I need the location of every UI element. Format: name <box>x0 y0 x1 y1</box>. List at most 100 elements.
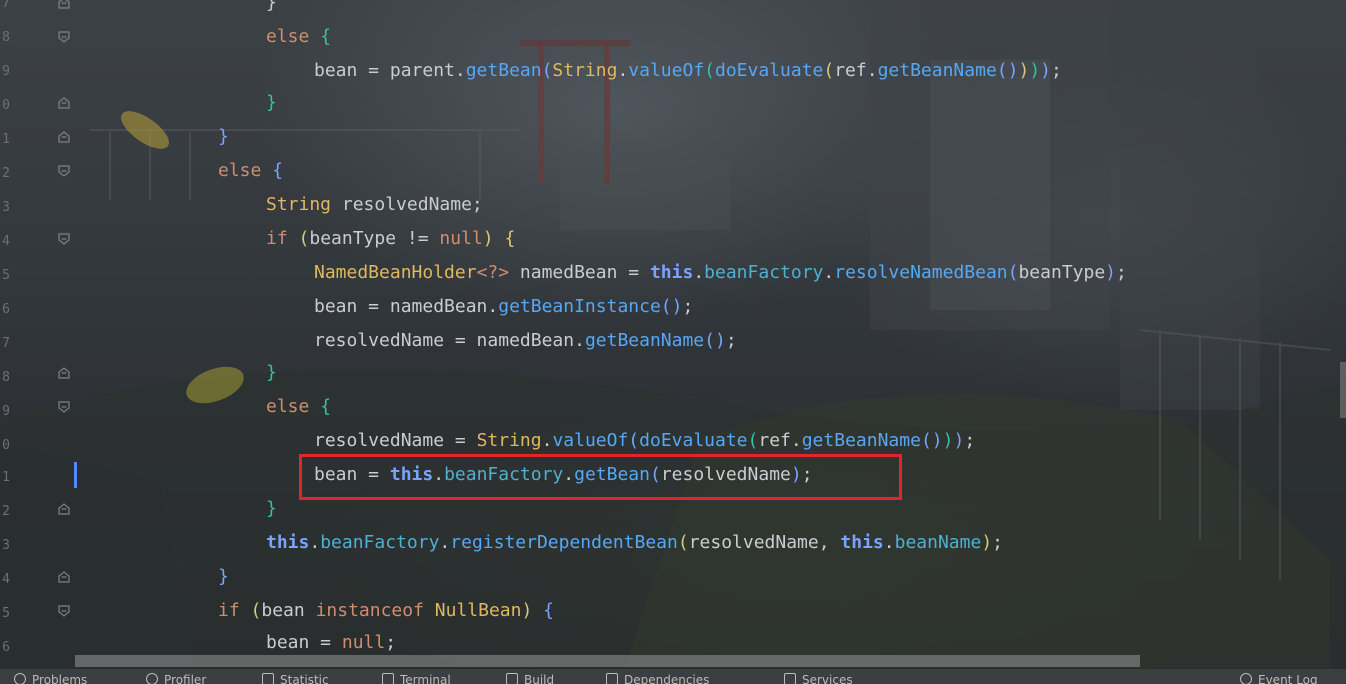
tool-button-label: Build <box>524 673 555 684</box>
code-token: String <box>476 430 542 451</box>
code-token: <?> <box>476 262 510 283</box>
code-line[interactable]: if (beanType != null) { <box>266 226 515 252</box>
code-token: null <box>439 228 483 249</box>
profiler-icon <box>146 673 158 684</box>
tool-button-label: Problems <box>32 673 88 684</box>
code-token: ( <box>541 60 553 81</box>
code-token: beanFactory <box>320 532 440 553</box>
code-token: resolveNamedBean <box>834 262 1008 283</box>
code-token: { <box>272 160 284 181</box>
code-token: resolvedName; <box>331 194 483 215</box>
code-token: () <box>920 430 943 451</box>
code-line[interactable]: } <box>218 124 229 150</box>
code-token: ( <box>628 430 640 451</box>
code-line[interactable]: bean = parent.getBean(String.valueOf(doE… <box>314 58 1062 84</box>
code-token: ( <box>677 532 689 553</box>
code-token: . <box>439 532 451 553</box>
code-line[interactable]: } <box>266 360 277 386</box>
code-token: ) <box>942 430 954 451</box>
tool-button-statistic[interactable]: Statistic <box>262 673 329 684</box>
tool-button-label: Event Log <box>1258 673 1318 684</box>
code-token: ) <box>1105 262 1117 283</box>
code-token: bean <box>261 600 316 621</box>
code-token: bean = namedBean. <box>314 296 499 317</box>
code-line[interactable]: } <box>218 564 229 590</box>
code-line[interactable]: this.beanFactory.registerDependentBean(r… <box>266 530 1003 556</box>
code-token: this <box>266 532 310 553</box>
code-token: . <box>693 262 705 283</box>
code-token: beanName <box>894 532 982 553</box>
vertical-scrollbar[interactable] <box>1340 362 1346 418</box>
code-line[interactable]: else { <box>266 24 331 50</box>
code-token: ) <box>521 600 533 621</box>
tool-button-problems[interactable]: Problems <box>14 673 87 684</box>
tool-button-terminal[interactable]: Terminal <box>382 673 451 684</box>
tool-button-services[interactable]: Services <box>784 673 853 684</box>
tool-button-label: Terminal <box>400 673 451 684</box>
code-token: else <box>218 160 262 181</box>
code-token: { <box>320 26 332 47</box>
code-token: instanceof <box>315 600 424 621</box>
tool-button-dependencies[interactable]: Dependencies <box>606 673 709 684</box>
code-token: . <box>541 430 553 451</box>
code-token: beanFactory <box>704 262 824 283</box>
code-token: . <box>309 532 321 553</box>
code-token: } <box>218 126 229 147</box>
code-token: . <box>883 532 895 553</box>
tool-button-build[interactable]: Build <box>506 673 554 684</box>
code-line[interactable]: bean = null; <box>266 630 396 656</box>
code-token: () <box>996 60 1019 81</box>
code-token: } <box>266 0 277 13</box>
tool-button-profiler[interactable]: Profiler <box>146 673 206 684</box>
code-line[interactable]: } <box>266 90 277 116</box>
code-line[interactable]: resolvedName = String.valueOf(doEvaluate… <box>314 428 975 454</box>
code-token: getBean <box>465 60 542 81</box>
code-line[interactable]: else { <box>266 394 331 420</box>
code-token: ; <box>682 296 694 317</box>
code-token: String <box>266 194 332 215</box>
code-line[interactable]: NamedBeanHolder<?> namedBean = this.bean… <box>314 260 1127 286</box>
build-icon <box>506 673 518 684</box>
event-log-icon <box>1240 673 1252 684</box>
code-token: ; <box>1116 262 1127 283</box>
code-line[interactable]: } <box>266 496 277 522</box>
code-token: ) <box>1018 60 1030 81</box>
code-token: ) <box>1040 60 1052 81</box>
code-token: if <box>218 600 240 621</box>
code-token: String <box>552 60 618 81</box>
code-token: getBeanName <box>801 430 921 451</box>
code-token: ; <box>725 330 737 351</box>
tool-button-label: Profiler <box>164 673 207 684</box>
code-token: ref. <box>758 430 802 451</box>
code-token: ; <box>385 632 397 653</box>
code-token: ( <box>298 228 310 249</box>
code-editor[interactable]: 78901234567890123456 } else {bean = paren… <box>0 0 1346 683</box>
code-line[interactable]: if (bean instanceof NullBean) { <box>218 598 554 624</box>
horizontal-scrollbar[interactable] <box>75 655 1140 667</box>
code-line[interactable]: String resolvedName; <box>266 192 483 218</box>
code-token: if <box>266 228 288 249</box>
code-token: else <box>266 396 310 417</box>
code-token: } <box>266 362 277 383</box>
tool-button-event-log[interactable]: Event Log <box>1240 673 1318 684</box>
code-token: NullBean <box>434 600 522 621</box>
code-token: ( <box>250 600 262 621</box>
code-token: valueOf <box>552 430 629 451</box>
code-token: . <box>617 60 629 81</box>
tool-window-bar: Problems Profiler Statistic Terminal Build De… <box>0 668 1346 684</box>
code-token: else <box>266 26 310 47</box>
code-line[interactable]: bean = namedBean.getBeanInstance(); <box>314 294 693 320</box>
code-token: () <box>704 330 726 351</box>
code-token: ) <box>953 430 965 451</box>
code-token: . <box>823 262 835 283</box>
code-line[interactable]: else { <box>218 158 283 184</box>
code-token: beanType <box>1018 262 1106 283</box>
code-area[interactable]: } else {bean = parent.getBean(String.valu… <box>0 0 1346 660</box>
code-line[interactable]: resolvedName = namedBean.getBeanName(); <box>314 328 737 354</box>
code-token: { <box>504 228 516 249</box>
code-line[interactable]: } <box>266 0 277 16</box>
